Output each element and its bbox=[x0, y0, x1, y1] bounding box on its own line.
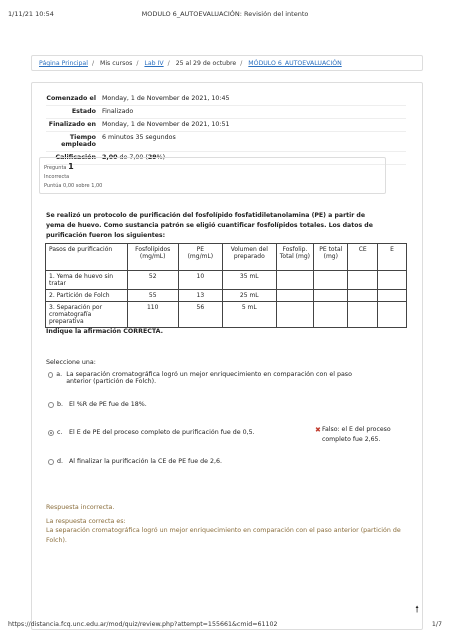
summary-label: Comenzado el bbox=[46, 95, 96, 102]
table-cell: 25 mL bbox=[222, 289, 277, 302]
table-cell: 56 bbox=[177, 301, 224, 328]
answer-feedback: ✖ Falso: el E del proceso completo fue 2… bbox=[315, 425, 397, 445]
radio-c-selected[interactable] bbox=[48, 430, 54, 436]
table-cell: 10 bbox=[177, 270, 224, 290]
table-header-cell: Fosfolípidos (mg/mL) bbox=[126, 243, 179, 271]
attempt-summary: Comenzado el Monday, 1 de November de 20… bbox=[46, 93, 406, 165]
table-row: 3. Separación por cromatografía preparat… bbox=[45, 301, 407, 328]
table-cell bbox=[313, 301, 349, 328]
table-cell bbox=[275, 270, 315, 290]
summary-row: Estado Finalizado bbox=[46, 106, 406, 119]
breadcrumb-course-link[interactable]: Lab IV bbox=[144, 60, 163, 67]
print-title: MODULO 6_AUTOEVALUACIÓN: Revisión del in… bbox=[141, 10, 309, 18]
table-header-cell: PE total (mg) bbox=[313, 243, 349, 271]
breadcrumb-home-link[interactable]: Página Principal bbox=[39, 60, 88, 67]
radio-b[interactable] bbox=[48, 402, 54, 408]
question-instruction: Indique la afirmación CORRECTA. bbox=[46, 328, 164, 335]
answer-option-b[interactable]: b. El %R de PE fue de 18%. bbox=[48, 401, 147, 408]
table-header-cell: Volumen del preparado bbox=[222, 243, 277, 271]
table-row: 2. Partición de Folch 55 13 25 mL bbox=[45, 289, 407, 302]
answer-option-d[interactable]: d. Al finalizar la purificación la CE de… bbox=[48, 458, 222, 465]
print-date: 1/11/21 10:54 bbox=[8, 10, 54, 18]
table-header-cell: Pasos de purificación bbox=[45, 243, 128, 271]
question-text: Se realizó un protocolo de purificación … bbox=[46, 212, 373, 239]
table-cell bbox=[275, 301, 315, 328]
summary-label: Tiempo empleado bbox=[61, 134, 96, 148]
incorrect-icon: ✖ bbox=[315, 426, 321, 434]
table-cell: 52 bbox=[126, 270, 179, 290]
summary-row: Finalizado en Monday, 1 de November de 2… bbox=[46, 119, 406, 132]
question-prefix: Pregunta bbox=[44, 165, 67, 171]
table-header-cell: PE (mg/mL) bbox=[177, 243, 224, 271]
radio-d[interactable] bbox=[48, 459, 54, 465]
table-cell bbox=[377, 270, 407, 290]
radio-a[interactable] bbox=[48, 372, 54, 378]
print-footer: https://distancia.fcq.unc.edu.ar/mod/qui… bbox=[8, 621, 442, 628]
purification-table: Pasos de purificación Fosfolípidos (mg/m… bbox=[45, 243, 407, 328]
page-number: 1/7 bbox=[431, 621, 442, 628]
table-cell: 3. Separación por cromatografía preparat… bbox=[45, 301, 128, 328]
option-letter: c. bbox=[57, 429, 63, 436]
print-url: https://distancia.fcq.unc.edu.ar/mod/qui… bbox=[8, 621, 278, 628]
table-cell bbox=[377, 301, 407, 328]
summary-row: Comenzado el Monday, 1 de November de 20… bbox=[46, 93, 406, 106]
table-cell: 2. Partición de Folch bbox=[45, 289, 128, 302]
summary-value: 6 minutos 35 segundos bbox=[102, 134, 176, 141]
question-status: Incorrecta bbox=[44, 174, 70, 180]
table-cell bbox=[347, 270, 379, 290]
summary-value: Finalizado bbox=[102, 108, 134, 115]
feedback-text: Falso: el E del proceso completo fue 2,6… bbox=[321, 426, 391, 443]
answer-option-a[interactable]: a. La separación cromatográfica logró un… bbox=[48, 371, 378, 385]
question-number: 1 bbox=[68, 162, 74, 171]
option-text: El E de PE del proceso completo de purif… bbox=[69, 429, 255, 436]
table-cell: 55 bbox=[126, 289, 179, 302]
table-cell bbox=[347, 289, 379, 302]
table-cell: 13 bbox=[177, 289, 224, 302]
question-score: Puntúa 0,00 sobre 1,00 bbox=[44, 183, 103, 189]
table-cell bbox=[275, 289, 315, 302]
summary-value: Monday, 1 de November de 2021, 10:51 bbox=[102, 121, 230, 128]
question-info-box: Pregunta 1 Incorrecta Puntúa 0,00 sobre … bbox=[39, 157, 386, 194]
option-letter: a. bbox=[56, 371, 63, 378]
table-cell: 35 mL bbox=[222, 270, 277, 290]
table-cell bbox=[313, 270, 349, 290]
breadcrumb-courses: Mis cursos bbox=[100, 60, 133, 67]
option-text: La separación cromatográfica logró un me… bbox=[66, 371, 352, 385]
table-header-cell: Fosfolip. Total (mg) bbox=[275, 243, 315, 271]
correct-answer-label: La respuesta correcta es: bbox=[46, 517, 126, 525]
breadcrumb-quiz-link[interactable]: MÓDULO 6_AUTOEVALUACIÓN bbox=[248, 60, 341, 67]
select-prompt: Seleccione una: bbox=[46, 359, 96, 366]
table-header-row: Pasos de purificación Fosfolípidos (mg/m… bbox=[45, 243, 407, 271]
table-cell: 5 mL bbox=[222, 301, 277, 328]
summary-row: Tiempo empleado 6 minutos 35 segundos bbox=[46, 132, 406, 152]
quiz-review-card: Comenzado el Monday, 1 de November de 20… bbox=[31, 82, 423, 630]
breadcrumb: Página Principal / Mis cursos / Lab IV/ 25… bbox=[31, 55, 423, 71]
table-row: 1. Yema de huevo sin tratar 52 10 35 mL bbox=[45, 270, 407, 290]
table-cell bbox=[347, 301, 379, 328]
summary-label: Finalizado en bbox=[48, 121, 96, 128]
table-cell: 1. Yema de huevo sin tratar bbox=[45, 270, 128, 290]
answer-option-c[interactable]: c. El E de PE del proceso completo de pu… bbox=[48, 429, 255, 436]
table-cell bbox=[377, 289, 407, 302]
breadcrumb-section: 25 al 29 de octubre bbox=[175, 60, 237, 67]
summary-label: Estado bbox=[71, 108, 96, 115]
outcome-status: Respuesta incorrecta. bbox=[46, 504, 115, 511]
option-text: El %R de PE fue de 18%. bbox=[69, 401, 147, 408]
summary-value: Monday, 1 de November de 2021, 10:45 bbox=[102, 95, 230, 102]
table-cell: 110 bbox=[126, 301, 179, 328]
table-header-cell: E bbox=[377, 243, 407, 271]
option-text: Al finalizar la purificación la CE de PE… bbox=[69, 458, 223, 465]
table-cell bbox=[313, 289, 349, 302]
option-letter: d. bbox=[57, 458, 63, 465]
arrow-up-icon[interactable]: 🠕 bbox=[415, 602, 419, 618]
question-outcome: Respuesta incorrecta. La respuesta corre… bbox=[46, 503, 422, 545]
table-header-cell: CE bbox=[347, 243, 379, 271]
correct-answer-text: La separación cromatográfica logró un me… bbox=[46, 527, 401, 544]
option-letter: b. bbox=[57, 401, 63, 408]
